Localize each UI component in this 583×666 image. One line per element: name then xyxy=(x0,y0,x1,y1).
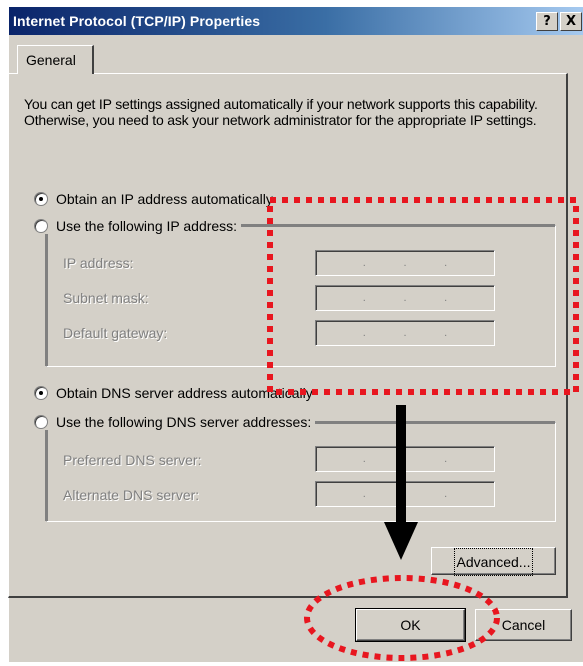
obtain-dns-auto-radio[interactable]: Obtain DNS server address automatically xyxy=(34,385,317,401)
use-following-dns-label: Use the following DNS server addresses: xyxy=(56,414,312,430)
help-button[interactable]: ? xyxy=(536,12,558,31)
description-text: You can get IP settings assigned automat… xyxy=(24,96,538,128)
advanced-button-label: Advanced... xyxy=(453,548,534,576)
obtain-ip-auto-label: Obtain an IP address automatically xyxy=(56,191,273,207)
title-bar[interactable]: Internet Protocol (TCP/IP) Properties ? … xyxy=(9,7,583,35)
preferred-dns-input[interactable]: ... xyxy=(315,446,495,472)
tab-general[interactable]: General xyxy=(17,45,94,74)
advanced-button[interactable]: Advanced... xyxy=(431,547,556,576)
ip-address-input[interactable]: ... xyxy=(315,250,495,276)
cancel-button[interactable]: Cancel xyxy=(475,609,572,641)
window-title: Internet Protocol (TCP/IP) Properties xyxy=(13,13,261,29)
ip-address-label: IP address: xyxy=(63,255,134,271)
obtain-dns-auto-label: Obtain DNS server address automatically xyxy=(56,385,313,401)
use-following-dns-radio[interactable]: Use the following DNS server addresses: xyxy=(34,414,316,430)
use-following-ip-label: Use the following IP address: xyxy=(56,218,238,234)
subnet-mask-label: Subnet mask: xyxy=(63,290,149,306)
default-gateway-label: Default gateway: xyxy=(63,325,168,341)
subnet-mask-input[interactable]: ... xyxy=(315,285,495,311)
radio-unchecked-icon xyxy=(34,415,48,429)
default-gateway-input[interactable]: ... xyxy=(315,320,495,346)
tab-general-label: General xyxy=(26,52,76,68)
dns-server-group xyxy=(46,422,556,522)
obtain-ip-auto-radio[interactable]: Obtain an IP address automatically xyxy=(34,191,277,207)
preferred-dns-label: Preferred DNS server: xyxy=(63,452,202,468)
radio-unchecked-icon xyxy=(34,219,48,233)
radio-checked-icon xyxy=(34,386,48,400)
radio-checked-icon xyxy=(34,192,48,206)
use-following-ip-radio[interactable]: Use the following IP address: xyxy=(34,218,242,234)
close-button[interactable]: X xyxy=(560,12,582,31)
ok-button[interactable]: OK xyxy=(355,608,466,642)
alternate-dns-label: Alternate DNS server: xyxy=(63,487,200,503)
alternate-dns-input[interactable]: ... xyxy=(315,481,495,507)
